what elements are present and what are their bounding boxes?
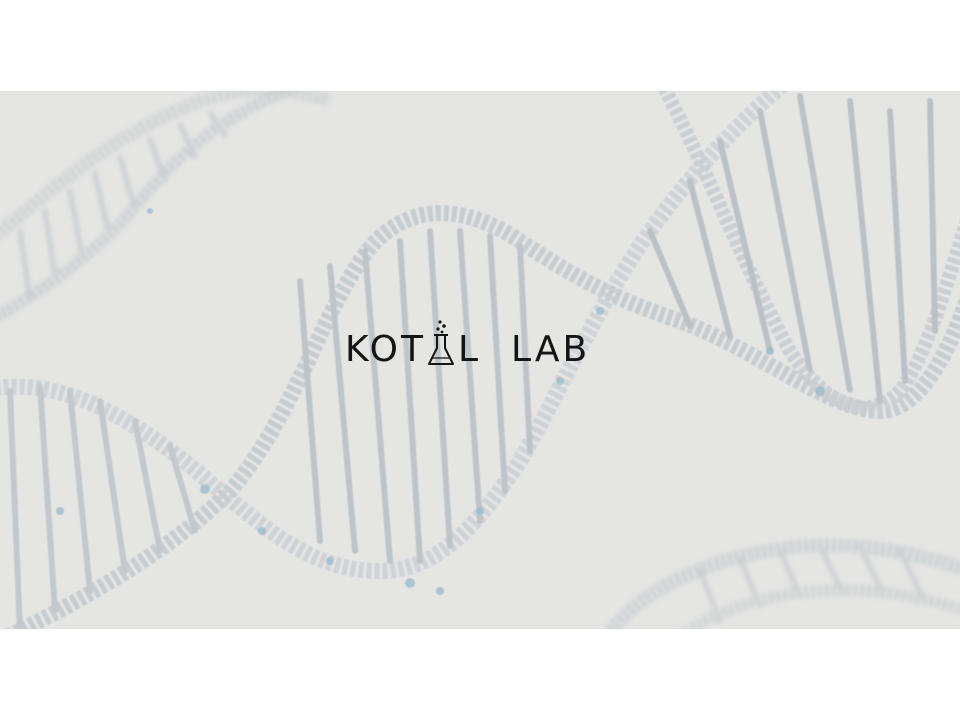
logo-text-l: L — [457, 329, 482, 370]
logo-text-lab: LAB — [511, 329, 591, 370]
logo-text-kot: KOT — [345, 329, 426, 370]
kotal-lab-logo: KOT L LAB — [345, 320, 591, 370]
slide: KOT L LAB — [0, 0, 960, 720]
flask-icon — [427, 320, 454, 365]
dna-banner: KOT L LAB — [0, 91, 960, 629]
